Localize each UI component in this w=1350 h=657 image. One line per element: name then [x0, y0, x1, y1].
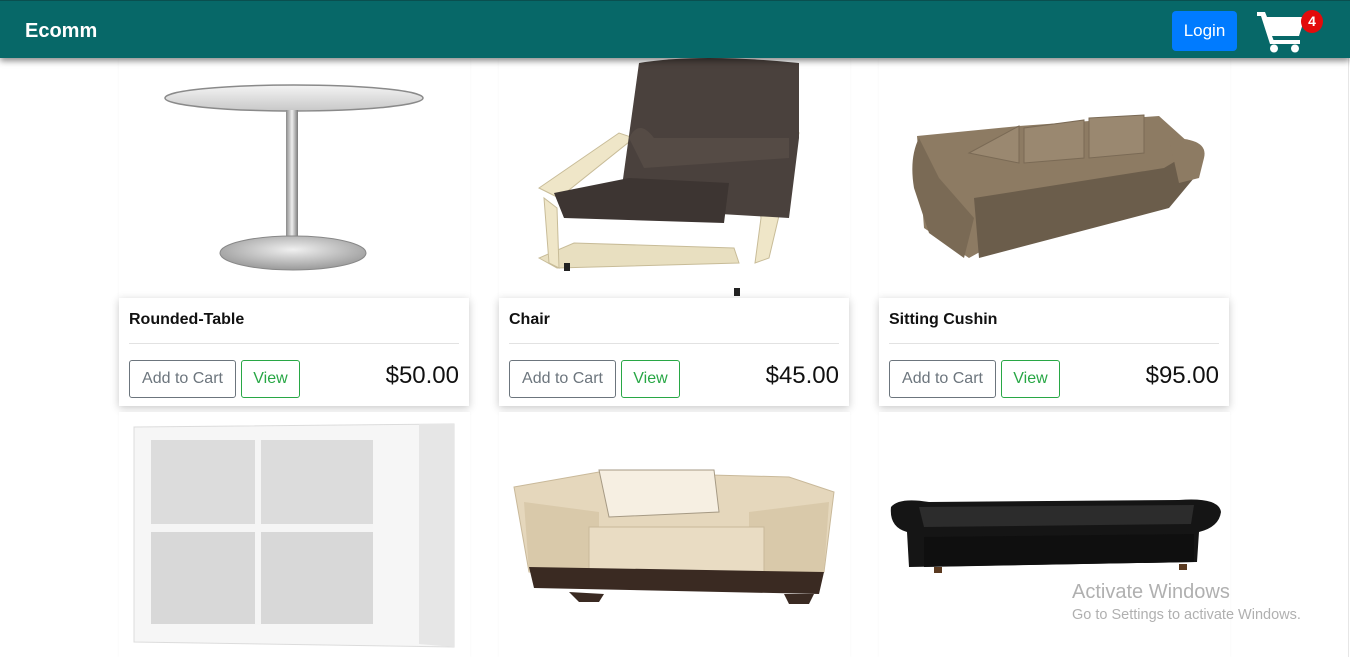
add-to-cart-button[interactable]: Add to Cart: [889, 360, 996, 398]
windows-activation-watermark: Activate Windows Go to Settings to activ…: [1072, 581, 1301, 623]
add-to-cart-button[interactable]: Add to Cart: [129, 360, 236, 398]
navbar: Ecomm Login 4: [0, 0, 1350, 58]
shopping-cart-icon: [1257, 12, 1305, 53]
round-table-image: [164, 84, 424, 271]
watermark-title: Activate Windows: [1072, 581, 1230, 603]
product-title[interactable]: Chair: [509, 311, 550, 329]
view-button[interactable]: View: [621, 360, 680, 398]
sofa-image: [912, 114, 1205, 258]
product-price: $95.00: [1145, 362, 1219, 389]
divider: [509, 343, 839, 344]
product-title[interactable]: Rounded-Table: [129, 311, 244, 329]
lounge-chair-image: [537, 58, 800, 296]
product-image-sofa[interactable]: [879, 58, 1230, 298]
product-image-shelf[interactable]: [119, 412, 470, 657]
divider: [129, 343, 459, 344]
scrollbar-track[interactable]: [1348, 58, 1349, 657]
shelf-image: [133, 423, 455, 648]
product-image-chair[interactable]: [499, 58, 850, 298]
view-button[interactable]: View: [241, 360, 300, 398]
product-image-armchair[interactable]: [499, 412, 850, 657]
login-button[interactable]: Login: [1172, 11, 1237, 51]
brand-logo[interactable]: Ecomm: [25, 20, 97, 43]
view-button[interactable]: View: [1001, 360, 1060, 398]
cart-count-badge: 4: [1301, 10, 1323, 33]
product-title[interactable]: Sitting Cushin: [889, 311, 997, 329]
product-price: $50.00: [385, 362, 459, 389]
divider: [889, 343, 1219, 344]
product-image-round-table[interactable]: [119, 58, 470, 298]
product-card-sitting-cushin: Sitting Cushin Add to Cart View $95.00: [879, 298, 1229, 406]
armchair-image: [513, 469, 835, 604]
product-card-chair: Chair Add to Cart View $45.00: [499, 298, 849, 406]
watermark-subtitle: Go to Settings to activate Windows.: [1072, 607, 1301, 623]
product-card-rounded-table: Rounded-Table Add to Cart View $50.00: [119, 298, 469, 406]
add-to-cart-button[interactable]: Add to Cart: [509, 360, 616, 398]
product-price: $45.00: [765, 362, 839, 389]
